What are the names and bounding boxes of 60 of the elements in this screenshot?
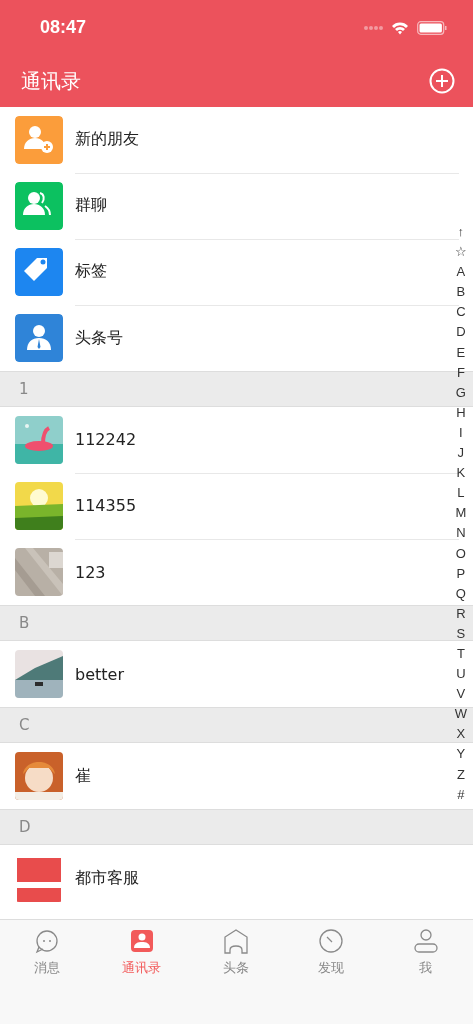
index-letter[interactable]: A bbox=[456, 262, 466, 283]
index-letter[interactable]: O bbox=[455, 543, 466, 564]
section-header: 1 bbox=[19, 380, 29, 398]
index-letter[interactable]: H bbox=[456, 402, 466, 423]
index-letter[interactable]: U bbox=[456, 664, 466, 685]
tab-item[interactable]: 消息 bbox=[33, 928, 62, 977]
index-letter[interactable]: B bbox=[456, 282, 466, 303]
index-letter[interactable]: ☆ bbox=[454, 242, 467, 263]
compass-icon bbox=[317, 928, 346, 956]
add-icon[interactable] bbox=[429, 68, 455, 94]
index-letter[interactable]: N bbox=[456, 523, 466, 544]
add-person-icon bbox=[15, 116, 63, 164]
status-time: 08:47 bbox=[40, 17, 88, 38]
index-letter[interactable]: D bbox=[456, 322, 466, 343]
contact-name[interactable]: better bbox=[75, 664, 124, 684]
index-letter[interactable]: L bbox=[457, 483, 465, 504]
index-letter[interactable]: R bbox=[456, 603, 466, 624]
house-icon bbox=[222, 928, 251, 956]
index-letter[interactable]: J bbox=[457, 443, 465, 464]
person-tie-icon bbox=[15, 314, 63, 362]
contact-name[interactable]: 都市客服 bbox=[75, 867, 139, 889]
menu-item-label[interactable]: 标签 bbox=[75, 261, 107, 282]
index-letter[interactable]: C bbox=[456, 302, 466, 323]
index-letter[interactable]: S bbox=[456, 623, 466, 644]
index-letter[interactable]: I bbox=[459, 422, 463, 444]
contact-name[interactable]: 崔 bbox=[75, 765, 91, 787]
index-letter[interactable]: # bbox=[457, 784, 465, 805]
index-letter[interactable]: Z bbox=[456, 764, 465, 785]
menu-item-label[interactable]: 新的朋友 bbox=[75, 129, 139, 150]
index-letter[interactable]: ↑ bbox=[457, 222, 465, 243]
menu-item-label[interactable]: 头条号 bbox=[75, 327, 123, 349]
index-letter[interactable]: X bbox=[456, 724, 466, 745]
tab-item[interactable]: 我 bbox=[411, 928, 440, 977]
index-letter[interactable]: Y bbox=[456, 744, 466, 765]
section-header: D bbox=[19, 818, 31, 836]
index-letter[interactable]: G bbox=[455, 382, 466, 403]
index-letter[interactable]: P bbox=[456, 563, 466, 584]
person-icon bbox=[411, 928, 440, 956]
group-icon bbox=[15, 182, 63, 230]
page-title: 通讯录 bbox=[21, 67, 82, 95]
signal-icon bbox=[363, 24, 383, 31]
battery-icon bbox=[417, 20, 447, 35]
index-letter[interactable]: W bbox=[454, 704, 467, 725]
index-letter[interactable]: T bbox=[456, 643, 465, 665]
index-letter[interactable]: K bbox=[456, 463, 466, 484]
contact-name[interactable]: 123 bbox=[75, 562, 106, 582]
index-letter[interactable]: V bbox=[456, 684, 466, 705]
index-letter[interactable]: E bbox=[456, 342, 466, 363]
section-header: B bbox=[19, 614, 30, 632]
contact-name[interactable]: 114355 bbox=[75, 496, 137, 515]
menu-item-label[interactable]: 群聊 bbox=[75, 195, 107, 216]
contact-name[interactable]: 112242 bbox=[75, 430, 137, 449]
tag-icon bbox=[15, 248, 63, 296]
index-letter[interactable]: M bbox=[455, 503, 467, 524]
index-letter[interactable]: F bbox=[456, 362, 465, 383]
wifi-icon bbox=[391, 20, 409, 35]
tab-item[interactable]: 头条 bbox=[222, 928, 251, 977]
tab-item[interactable]: 发现 bbox=[317, 928, 346, 977]
section-header: C bbox=[19, 716, 30, 734]
index-letter[interactable]: Q bbox=[455, 583, 466, 604]
